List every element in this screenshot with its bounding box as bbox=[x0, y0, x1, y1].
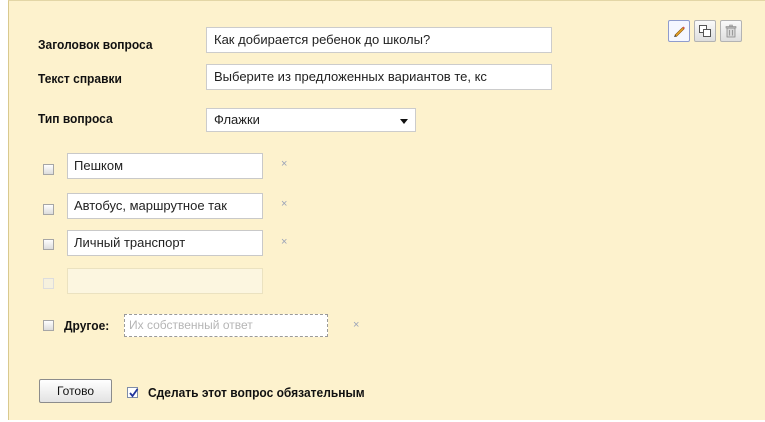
dropdown-arrow-icon bbox=[400, 119, 408, 124]
option-checkbox[interactable] bbox=[43, 204, 54, 215]
checkmark-icon bbox=[129, 388, 139, 398]
required-checkbox[interactable] bbox=[127, 387, 139, 398]
remove-option-icon[interactable]: × bbox=[281, 237, 287, 248]
edit-button[interactable] bbox=[668, 20, 690, 42]
help-text-input[interactable]: Выберите из предложенных вариантов те, к… bbox=[206, 64, 552, 90]
option-input[interactable]: Пешком bbox=[67, 153, 263, 179]
question-title-label: Заголовок вопроса bbox=[38, 38, 153, 52]
option-checkbox[interactable] bbox=[43, 239, 54, 250]
option-checkbox[interactable] bbox=[43, 164, 54, 175]
question-title-input[interactable]: Как добирается ребенок до школы? bbox=[206, 27, 552, 53]
trash-icon bbox=[725, 24, 737, 38]
new-option-checkbox bbox=[43, 278, 54, 289]
question-type-select[interactable]: Флажки bbox=[206, 108, 416, 132]
other-option-checkbox[interactable] bbox=[43, 320, 54, 331]
pencil-icon bbox=[674, 26, 685, 37]
remove-other-icon[interactable]: × bbox=[353, 320, 359, 331]
help-text-label: Текст справки bbox=[38, 72, 122, 86]
new-option-input[interactable] bbox=[67, 268, 263, 294]
question-type-label: Тип вопроса bbox=[38, 112, 113, 126]
option-input[interactable]: Личный транспорт bbox=[67, 230, 263, 256]
question-editor-panel: Заголовок вопроса Как добирается ребенок… bbox=[8, 0, 765, 420]
other-option-label: Другое: bbox=[64, 319, 110, 333]
option-input[interactable]: Автобус, маршрутное так bbox=[67, 193, 263, 219]
other-answer-input[interactable]: Их собственный ответ bbox=[124, 314, 328, 337]
copy-icon bbox=[699, 25, 711, 37]
remove-option-icon[interactable]: × bbox=[281, 159, 287, 170]
required-label: Сделать этот вопрос обязательным bbox=[148, 386, 365, 400]
done-button[interactable]: Готово bbox=[39, 379, 112, 403]
delete-button[interactable] bbox=[720, 20, 742, 42]
question-type-value: Флажки bbox=[214, 112, 260, 127]
remove-option-icon[interactable]: × bbox=[281, 199, 287, 210]
duplicate-button[interactable] bbox=[694, 20, 716, 42]
